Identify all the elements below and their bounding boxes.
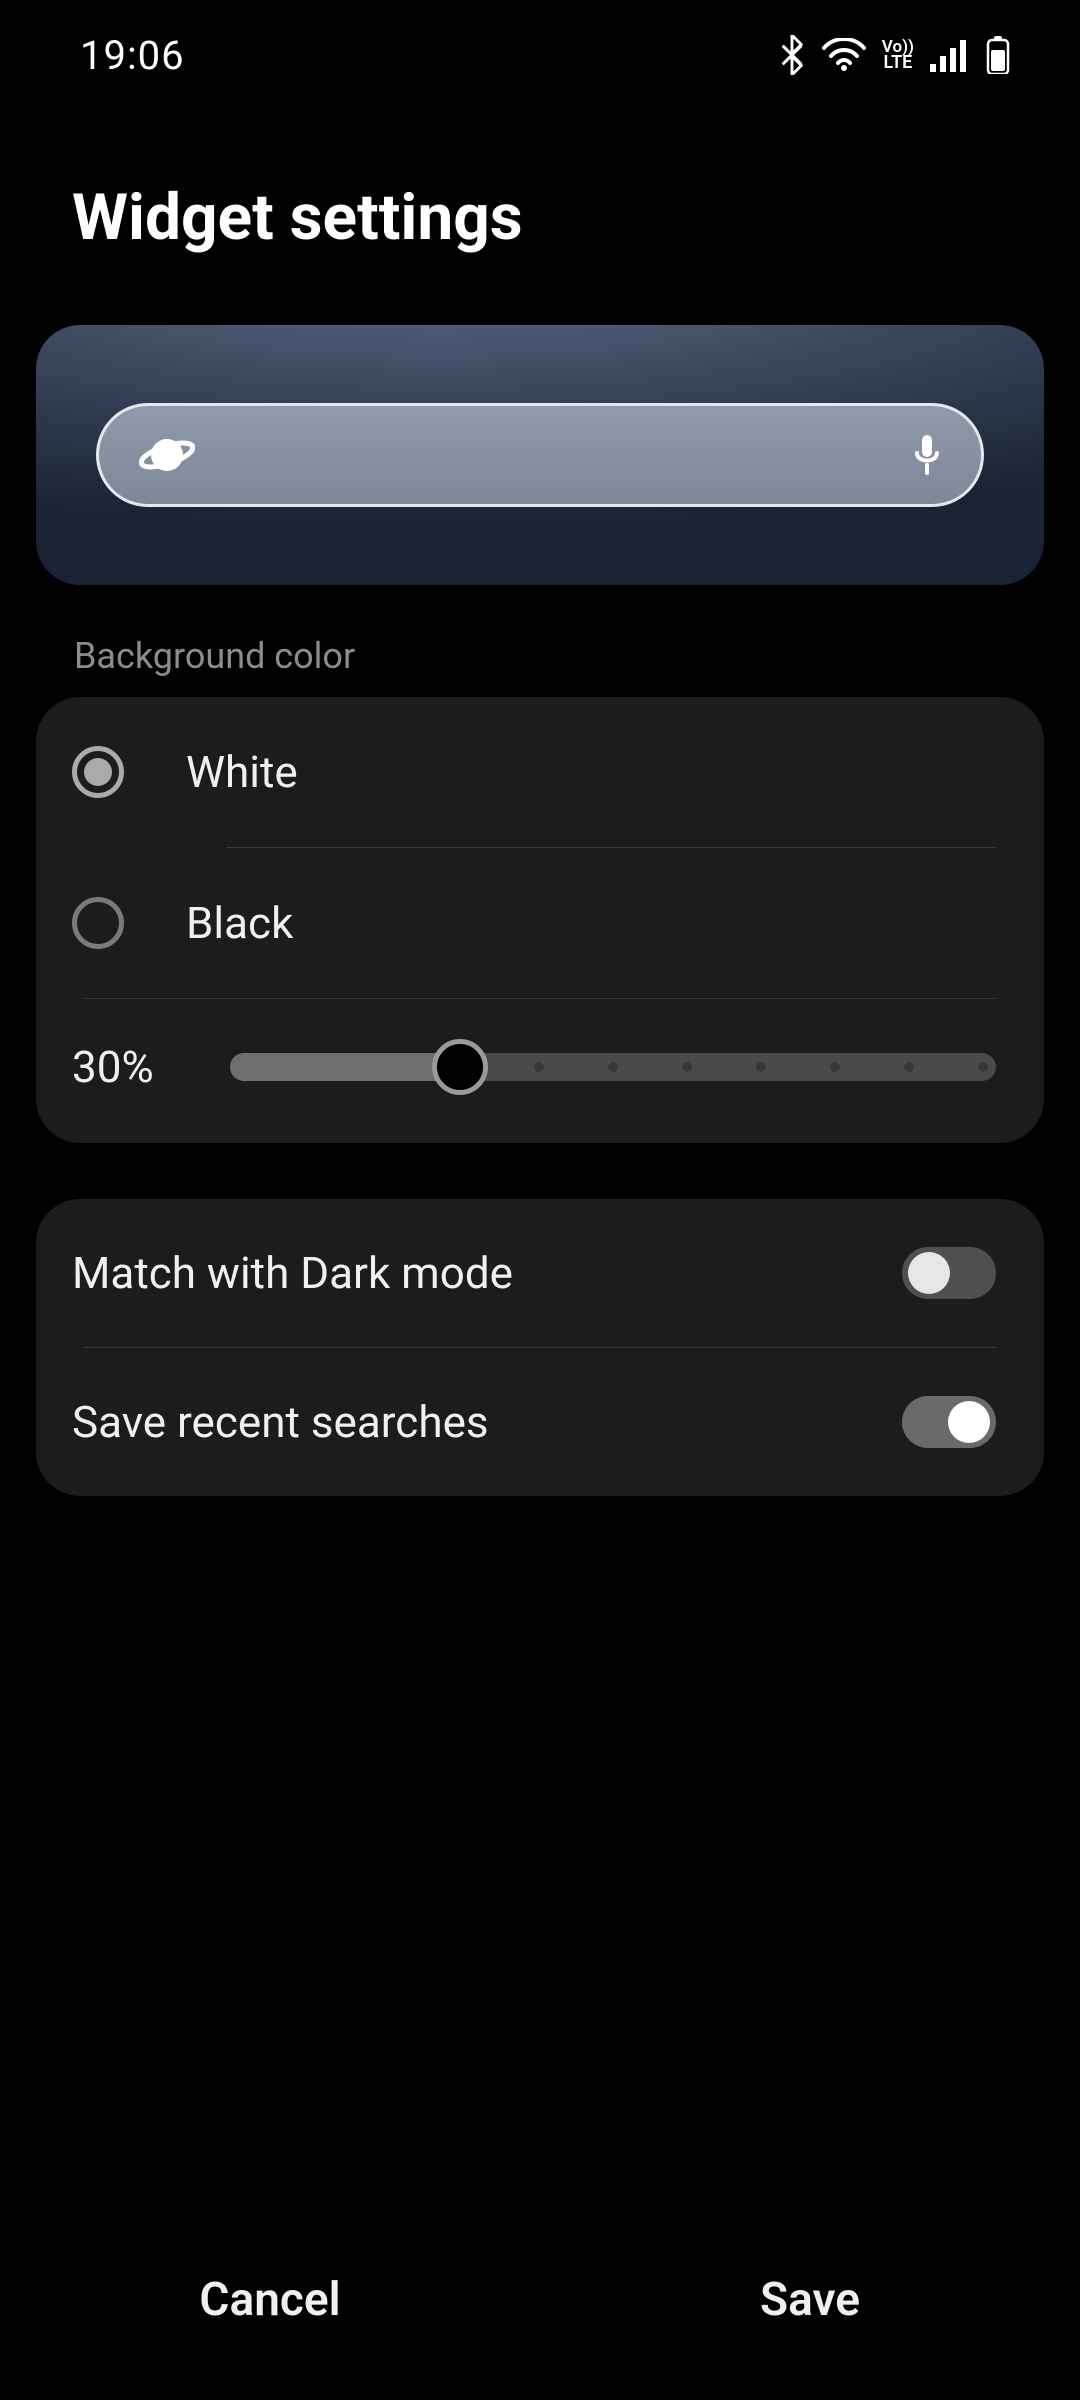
radio-icon (72, 746, 124, 798)
save-recent-searches-row[interactable]: Save recent searches (36, 1348, 1044, 1496)
content: Widget settings Background color White B… (0, 110, 1080, 2200)
bluetooth-icon (778, 35, 806, 75)
page-title: Widget settings (72, 180, 1044, 255)
opacity-slider[interactable] (230, 1053, 996, 1081)
search-bar-preview (96, 403, 984, 507)
signal-icon (930, 38, 970, 72)
radio-icon (72, 897, 124, 949)
save-recent-searches-toggle[interactable] (902, 1396, 996, 1448)
planet-icon (139, 433, 195, 477)
bg-color-card: White Black 30% (36, 697, 1044, 1143)
opacity-row: 30% (36, 999, 1044, 1143)
status-bar: 19:06 Vo))LTE (0, 0, 1080, 110)
status-icons: Vo))LTE (778, 35, 1010, 75)
switch-label: Match with Dark mode (72, 1247, 513, 1299)
match-dark-mode-row[interactable]: Match with Dark mode (36, 1199, 1044, 1347)
bg-color-option-black[interactable]: Black (36, 848, 1044, 998)
wifi-icon (822, 38, 866, 72)
bg-color-option-white[interactable]: White (36, 697, 1044, 847)
radio-label: White (186, 746, 298, 798)
match-dark-mode-toggle[interactable] (902, 1247, 996, 1299)
footer-actions: Cancel Save (0, 2200, 1080, 2400)
radio-label: Black (186, 897, 293, 949)
save-button[interactable]: Save (540, 2273, 1080, 2327)
microphone-icon (913, 433, 941, 477)
switches-card: Match with Dark mode Save recent searche… (36, 1199, 1044, 1496)
switch-label: Save recent searches (72, 1396, 489, 1448)
status-time: 19:06 (80, 32, 185, 79)
battery-icon (986, 36, 1010, 74)
cancel-button[interactable]: Cancel (0, 2273, 540, 2327)
bg-color-section-label: Background color (74, 635, 1044, 677)
opacity-value: 30% (72, 1041, 182, 1093)
volte-indicator: Vo))LTE (882, 40, 914, 70)
widget-preview (36, 325, 1044, 585)
